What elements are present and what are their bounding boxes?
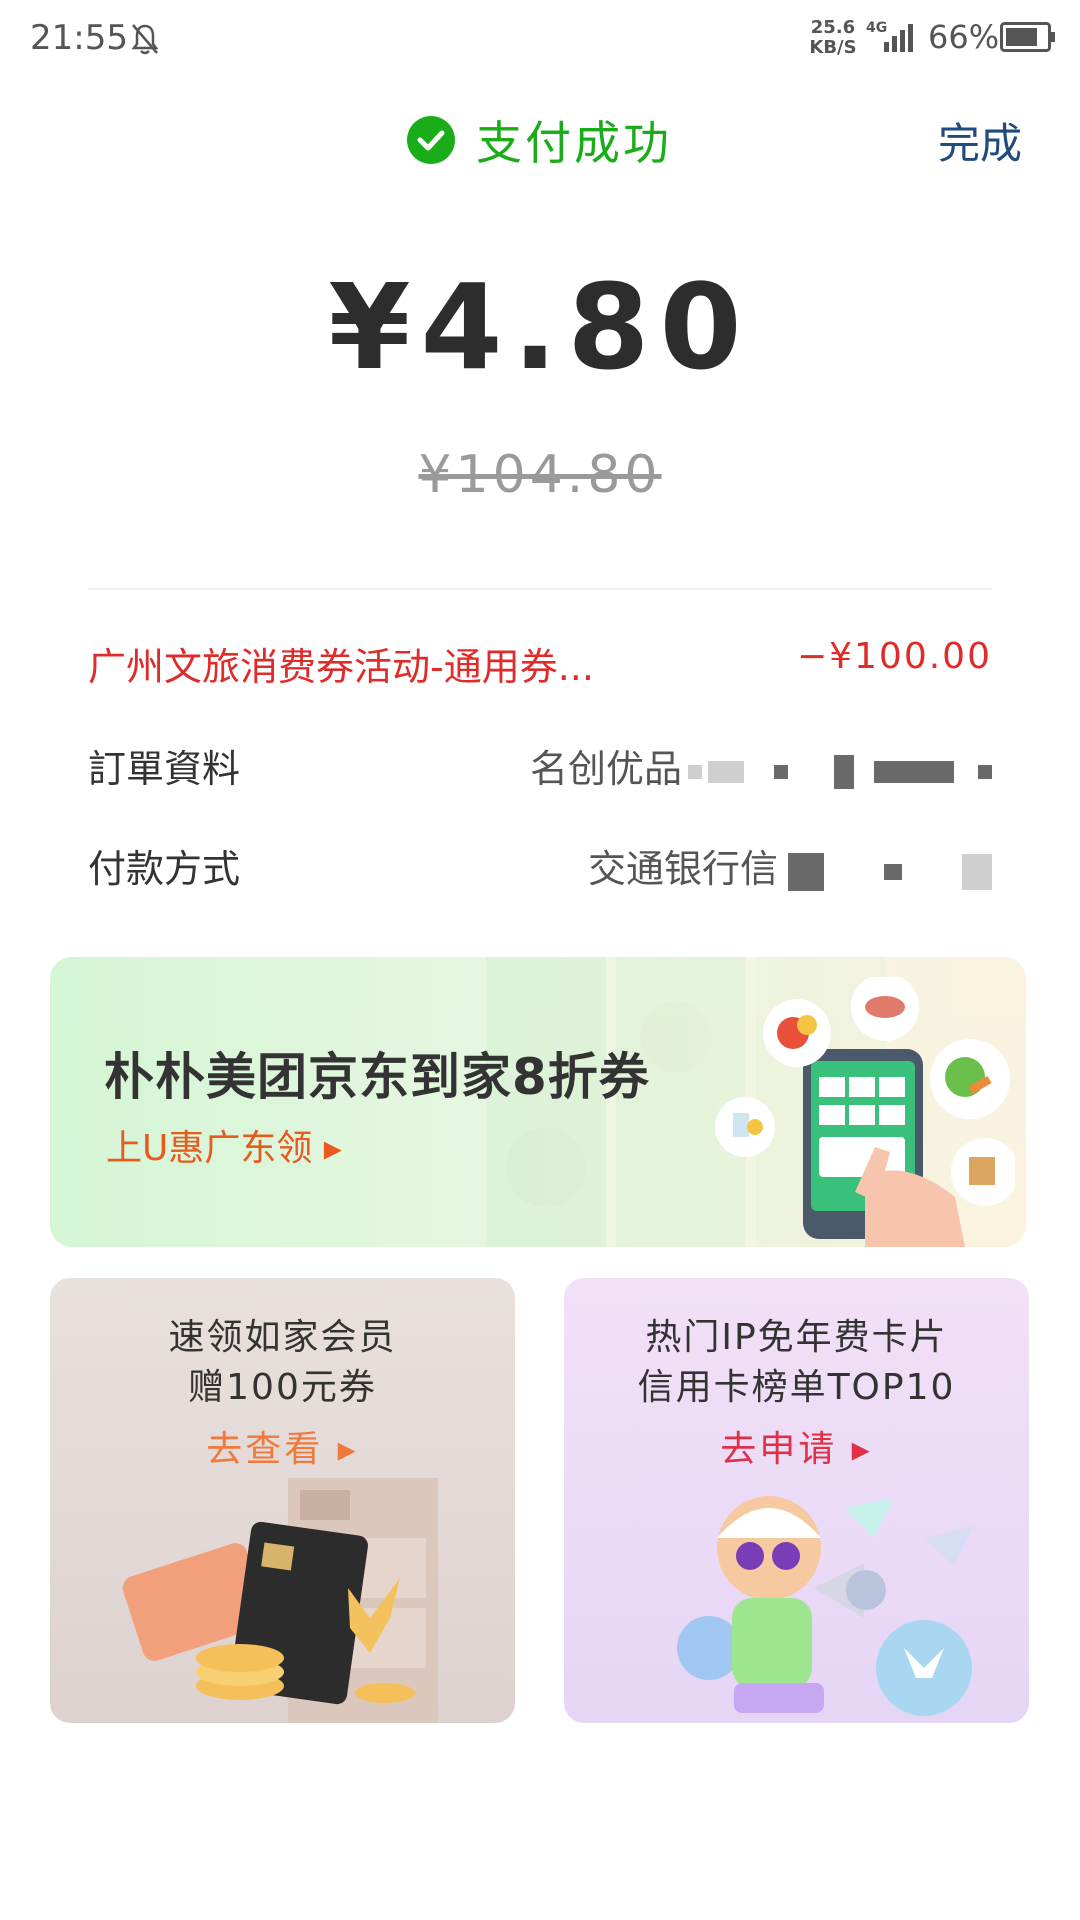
- redacted-block: [708, 760, 744, 783]
- redacted-block: [962, 853, 992, 890]
- original-amount: ¥104.80: [418, 445, 662, 505]
- battery-icon: [1000, 22, 1055, 52]
- payment-status-title: 支付成功: [476, 116, 672, 170]
- card-subtitle: 信用卡榜单TOP10: [637, 1367, 956, 1408]
- payment-method-label: 付款方式: [88, 847, 241, 891]
- payment-method-value: 交通银行信: [588, 838, 992, 893]
- view-link[interactable]: 去查看 ▸: [50, 1420, 515, 1472]
- character-megaphone-illustration: [677, 1496, 974, 1716]
- done-button[interactable]: 完成: [938, 110, 1022, 171]
- coupon-discount: −¥100.00: [796, 636, 992, 677]
- membership-card-illustration: [122, 1478, 438, 1723]
- redacted-block: [788, 852, 824, 891]
- signal-icon: [884, 24, 913, 52]
- banner-title: 朴朴美团京东到家8折券: [104, 1048, 650, 1106]
- result-header: 支付成功 完成: [0, 100, 1080, 180]
- promo-card-credit[interactable]: 热门IP免年费卡片 信用卡榜单TOP10 去申请 ▸: [564, 1278, 1029, 1723]
- card-subtitle: 赠100元券: [188, 1367, 377, 1408]
- order-label: 訂單資料: [88, 747, 241, 791]
- grocery-phone-illustration: [715, 977, 1015, 1247]
- network-speed: 25.6 KB/S: [809, 17, 857, 58]
- order-row: 訂單資料 名创优品: [88, 738, 992, 798]
- apply-link[interactable]: 去申请 ▸: [564, 1420, 1029, 1472]
- redacted-block: [884, 863, 902, 880]
- coupon-row: 广州文旅消费券活动-通用券... −¥100.00: [88, 636, 992, 696]
- order-value: 名创优品: [530, 738, 992, 793]
- card-title: 速领如家会员: [168, 1317, 397, 1358]
- payment-status: 支付成功: [406, 108, 672, 172]
- banner-subtitle: 上U惠广东领 ▸: [106, 1128, 342, 1169]
- clock: 21:55: [30, 18, 128, 58]
- redacted-block: [874, 760, 954, 783]
- check-circle-icon: [407, 116, 455, 164]
- redacted-block: [688, 764, 702, 779]
- card-title: 热门IP免年费卡片: [645, 1317, 948, 1358]
- promo-banner[interactable]: 朴朴美团京东到家8折券 上U惠广东领 ▸: [50, 957, 1026, 1247]
- redacted-block: [774, 764, 788, 779]
- battery-percent: 66%: [928, 18, 1000, 56]
- redacted-block: [834, 754, 854, 789]
- promo-card-membership[interactable]: 速领如家会员 赠100元券 去查看 ▸: [50, 1278, 515, 1723]
- coupon-label: 广州文旅消费券活动-通用券...: [88, 645, 594, 689]
- notification-muted-icon: [131, 24, 159, 55]
- status-bar: 21:55 25.6 KB/S 4G 66%: [0, 0, 1080, 80]
- paid-amount: ¥4.80: [328, 258, 752, 396]
- payment-method-row: 付款方式 交通银行信: [88, 838, 992, 898]
- redacted-block: [978, 764, 992, 779]
- divider: [88, 588, 992, 590]
